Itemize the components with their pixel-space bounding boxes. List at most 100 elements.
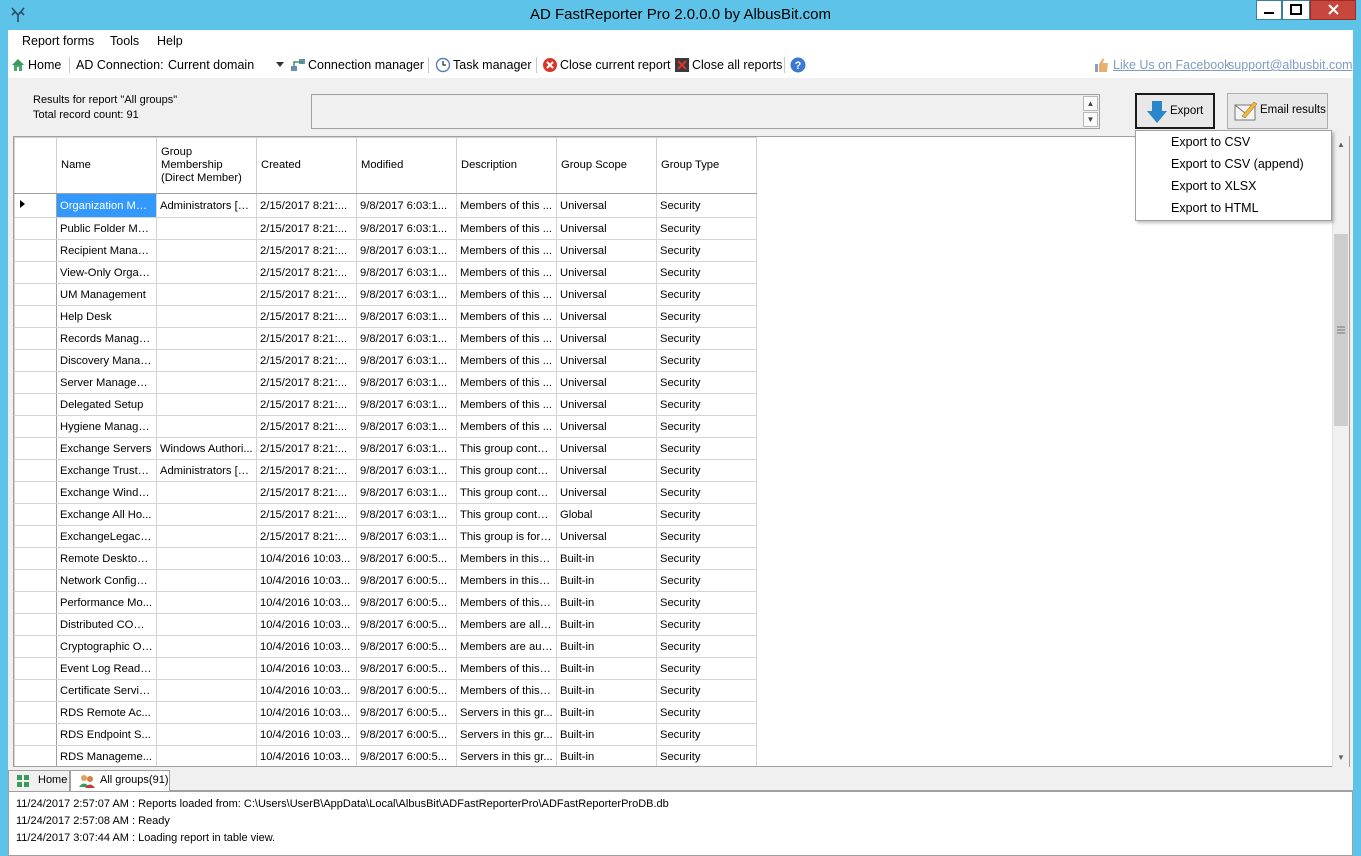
cell-description[interactable]: Members of this g...	[456, 657, 557, 680]
cell-created[interactable]: 2/15/2017 8:21:...	[256, 371, 357, 394]
cell-modified[interactable]: 9/8/2017 6:00:5...	[356, 723, 457, 746]
cell-created[interactable]: 10/4/2016 10:03...	[256, 723, 357, 746]
cell-created[interactable]: 10/4/2016 10:03...	[256, 613, 357, 636]
cell-group-membership[interactable]	[156, 393, 257, 416]
cell-group-scope[interactable]: Built-in	[556, 635, 657, 658]
ad-connection-select[interactable]: Current domain	[164, 55, 288, 75]
connection-manager-button[interactable]: Connection manager	[308, 58, 424, 72]
cell-created[interactable]: 2/15/2017 8:21:...	[256, 239, 357, 262]
grid-vertical-scrollbar[interactable]: ▲ ▼	[1332, 136, 1349, 767]
cell-name[interactable]: Network Configur...	[56, 569, 157, 592]
cell-group-scope[interactable]: Universal	[556, 239, 657, 262]
row-header[interactable]	[14, 217, 57, 240]
cell-name[interactable]: View-Only Organi...	[56, 261, 157, 284]
cell-group-type[interactable]: Security	[656, 239, 757, 262]
table-row[interactable]: Cryptographic Op... 10/4/2016 10:03... 9/8…	[14, 635, 757, 658]
close-all-reports-button[interactable]: Close all reports	[692, 58, 782, 72]
table-row[interactable]: Recipient Manag... 2/15/2017 8:21:... 9/8/…	[14, 239, 757, 262]
cell-description[interactable]: Members of this ...	[456, 305, 557, 328]
table-row[interactable]: Exchange Servers Windows Authori... 2/15/2…	[14, 437, 757, 460]
cell-name[interactable]: Exchange Truste...	[56, 459, 157, 482]
table-row[interactable]: Public Folder Ma... 2/15/2017 8:21:... 9/8…	[14, 217, 757, 240]
cell-group-type[interactable]: Security	[656, 261, 757, 284]
cell-group-type[interactable]: Security	[656, 305, 757, 328]
cell-name[interactable]: Distributed COM ...	[56, 613, 157, 636]
cell-group-type[interactable]: Security	[656, 217, 757, 240]
cell-group-scope[interactable]: Universal	[556, 393, 657, 416]
cell-description[interactable]: Members of this g...	[456, 679, 557, 702]
cell-group-membership[interactable]	[156, 679, 257, 702]
row-header[interactable]	[14, 525, 57, 548]
scroll-down-arrow-icon[interactable]: ▼	[1333, 749, 1349, 766]
cell-group-type[interactable]: Security	[656, 349, 757, 372]
cell-group-membership[interactable]	[156, 349, 257, 372]
cell-group-scope[interactable]: Universal	[556, 305, 657, 328]
cell-description[interactable]: Members of this ...	[456, 327, 557, 350]
cell-name[interactable]: Exchange All Ho...	[56, 503, 157, 526]
cell-group-scope[interactable]: Universal	[556, 349, 657, 372]
table-row[interactable]: UM Management 2/15/2017 8:21:... 9/8/2017 …	[14, 283, 757, 306]
column-header-name[interactable]: Name	[56, 137, 157, 194]
cell-group-membership[interactable]	[156, 525, 257, 548]
cell-group-membership[interactable]	[156, 723, 257, 746]
cell-created[interactable]: 2/15/2017 8:21:...	[256, 525, 357, 548]
cell-description[interactable]: Members of this ...	[456, 217, 557, 240]
row-header[interactable]	[14, 569, 57, 592]
cell-modified[interactable]: 9/8/2017 6:00:5...	[356, 679, 457, 702]
cell-name[interactable]: RDS Manageme...	[56, 745, 157, 766]
table-row[interactable]: Server Managem... 2/15/2017 8:21:... 9/8/2…	[14, 371, 757, 394]
cell-group-scope[interactable]: Built-in	[556, 745, 657, 766]
cell-group-membership[interactable]: Administrators [B...	[156, 193, 257, 218]
row-header[interactable]	[14, 745, 57, 766]
cell-description[interactable]: Servers in this gr...	[456, 723, 557, 746]
cell-name[interactable]: Exchange Windo...	[56, 481, 157, 504]
row-header[interactable]	[14, 547, 57, 570]
scroll-down-icon[interactable]: ▼	[1083, 112, 1098, 127]
cell-group-scope[interactable]: Universal	[556, 415, 657, 438]
cell-group-type[interactable]: Security	[656, 525, 757, 548]
cell-group-type[interactable]: Security	[656, 503, 757, 526]
table-row[interactable]: Event Log Readers 10/4/2016 10:03... 9/8/2…	[14, 657, 757, 680]
table-row[interactable]: Hygiene Manage... 2/15/2017 8:21:... 9/8/2…	[14, 415, 757, 438]
menu-help[interactable]: Help	[157, 34, 183, 48]
table-row[interactable]: Records Manage... 2/15/2017 8:21:... 9/8/2…	[14, 327, 757, 350]
cell-group-scope[interactable]: Universal	[556, 459, 657, 482]
cell-group-scope[interactable]: Built-in	[556, 591, 657, 614]
cell-modified[interactable]: 9/8/2017 6:00:5...	[356, 591, 457, 614]
cell-modified[interactable]: 9/8/2017 6:03:1...	[356, 437, 457, 460]
cell-name[interactable]: Recipient Manag...	[56, 239, 157, 262]
cell-group-scope[interactable]: Built-in	[556, 613, 657, 636]
export-button[interactable]: Export	[1135, 93, 1215, 129]
cell-group-membership[interactable]	[156, 283, 257, 306]
cell-created[interactable]: 2/15/2017 8:21:...	[256, 349, 357, 372]
cell-created[interactable]: 10/4/2016 10:03...	[256, 547, 357, 570]
cell-group-type[interactable]: Security	[656, 613, 757, 636]
cell-group-type[interactable]: Security	[656, 745, 757, 766]
cell-created[interactable]: 2/15/2017 8:21:...	[256, 261, 357, 284]
minimize-button[interactable]	[1256, 0, 1282, 20]
cell-group-membership[interactable]: Windows Authori...	[156, 437, 257, 460]
cell-description[interactable]: Members of this ...	[456, 393, 557, 416]
cell-modified[interactable]: 9/8/2017 6:00:5...	[356, 613, 457, 636]
table-row[interactable]: ExchangeLegacy... 2/15/2017 8:21:... 9/8/2…	[14, 525, 757, 548]
cell-name[interactable]: Delegated Setup	[56, 393, 157, 416]
menu-tools[interactable]: Tools	[110, 34, 139, 48]
cell-description[interactable]: Members of this ...	[456, 261, 557, 284]
cell-description[interactable]: Members in this g...	[456, 569, 557, 592]
cell-name[interactable]: Cryptographic Op...	[56, 635, 157, 658]
cell-group-membership[interactable]	[156, 327, 257, 350]
home-button[interactable]: Home	[28, 58, 61, 72]
cell-created[interactable]: 2/15/2017 8:21:...	[256, 217, 357, 240]
table-row[interactable]: Certificate Servic... 10/4/2016 10:03... 9…	[14, 679, 757, 702]
cell-group-type[interactable]: Security	[656, 393, 757, 416]
cell-modified[interactable]: 9/8/2017 6:03:1...	[356, 261, 457, 284]
table-row[interactable]: Exchange All Ho... 2/15/2017 8:21:... 9/8/…	[14, 503, 757, 526]
cell-created[interactable]: 10/4/2016 10:03...	[256, 569, 357, 592]
cell-modified[interactable]: 9/8/2017 6:03:1...	[356, 217, 457, 240]
table-row[interactable]: Delegated Setup 2/15/2017 8:21:... 9/8/201…	[14, 393, 757, 416]
close-window-button[interactable]	[1310, 0, 1356, 20]
cell-modified[interactable]: 9/8/2017 6:03:1...	[356, 481, 457, 504]
cell-name[interactable]: Public Folder Ma...	[56, 217, 157, 240]
cell-created[interactable]: 2/15/2017 8:21:...	[256, 459, 357, 482]
table-row[interactable]: Remote Desktop ... 10/4/2016 10:03... 9/8/…	[14, 547, 757, 570]
